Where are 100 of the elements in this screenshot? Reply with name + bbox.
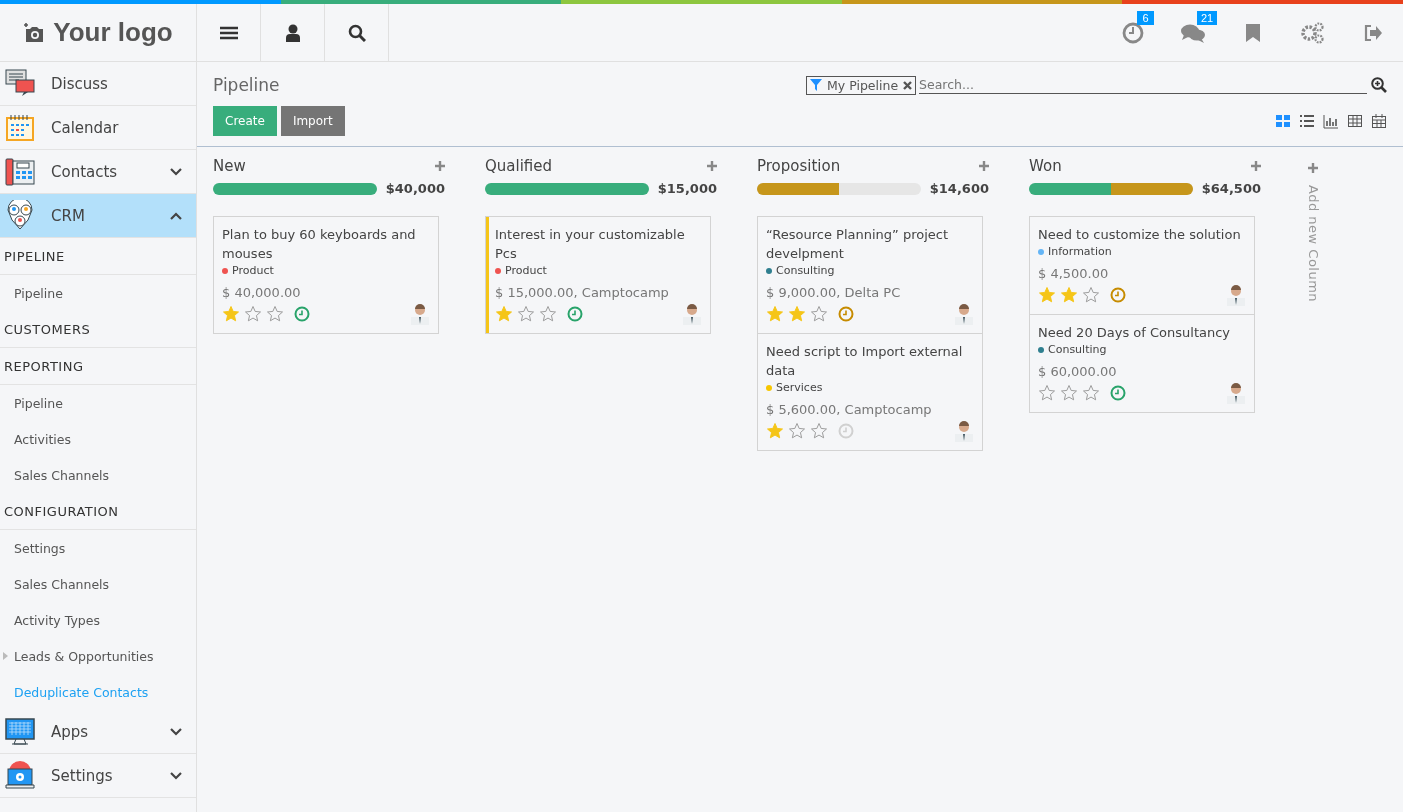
card-amount: $ 40,000.00	[222, 285, 302, 300]
notification-badge: 21	[1197, 11, 1218, 25]
sidebar-app-item[interactable]: Apps	[0, 710, 196, 754]
tag-label: Services	[776, 381, 823, 394]
menu-link[interactable]: Activity Types	[0, 602, 196, 638]
tag-label: Product	[505, 264, 547, 277]
calendar-view-icon[interactable]	[1371, 113, 1387, 129]
column-title: New	[213, 157, 246, 175]
caret-icon[interactable]	[3, 652, 8, 660]
column-title: Proposition	[757, 157, 841, 175]
clock-icon[interactable]	[838, 423, 854, 439]
avatar-icon	[1226, 382, 1246, 404]
chevron-down-icon	[170, 771, 182, 780]
zoom-in-icon[interactable]	[1371, 77, 1387, 93]
empty-star-icon[interactable]	[1082, 286, 1100, 304]
chevron-down-icon	[170, 727, 182, 736]
empty-star-icon[interactable]	[1060, 384, 1078, 402]
column-total: $15,000	[657, 181, 717, 196]
camera-icon	[23, 22, 46, 43]
menu-link[interactable]: Sales Channels	[0, 566, 196, 602]
opportunity-card[interactable]: Need to customize the solution Information $ 4,500.00	[1030, 217, 1254, 315]
filled-star-icon[interactable]	[1038, 286, 1056, 304]
filled-star-icon[interactable]	[766, 305, 784, 323]
opportunity-card[interactable]: Need script to Import external data Services $ 5,600.00, Camptocamp	[758, 334, 982, 450]
add-icon[interactable]	[979, 158, 989, 174]
card-amount: $ 9,000.00, Delta PC	[766, 285, 902, 300]
add-icon[interactable]	[1308, 163, 1318, 173]
menu-link[interactable]: Pipeline	[0, 385, 196, 421]
menu-section-heading: PIPELINE	[0, 238, 196, 275]
empty-star-icon[interactable]	[1082, 384, 1100, 402]
logo-text: Your logo	[53, 17, 173, 48]
empty-star-icon[interactable]	[244, 305, 262, 323]
menu-link[interactable]: Leads & Opportunities	[0, 638, 196, 674]
filled-star-icon[interactable]	[766, 422, 784, 440]
menu-link[interactable]: Activities	[0, 421, 196, 457]
empty-star-icon[interactable]	[517, 305, 535, 323]
filled-star-icon[interactable]	[1060, 286, 1078, 304]
card-title: Interest in your customizable Pcs	[495, 226, 686, 263]
opportunity-card[interactable]: Need 20 Days of Consultancy Consulting $ 60,000.00	[1030, 315, 1254, 412]
add-icon[interactable]	[1251, 158, 1261, 174]
page-title: Pipeline	[213, 75, 281, 95]
avatar-icon	[682, 303, 702, 325]
facet-label: My Pipeline	[827, 77, 899, 93]
notification-badge: 6	[1137, 11, 1154, 25]
search-field[interactable]: Search...	[919, 76, 1367, 93]
menu-link[interactable]: Pipeline	[0, 275, 196, 311]
filled-star-icon[interactable]	[495, 305, 513, 323]
remove-icon[interactable]	[903, 80, 913, 90]
sidebar-app-item[interactable]: Calendar	[0, 106, 196, 150]
menu-section-heading: CUSTOMERS	[0, 311, 196, 348]
chevron-down-icon	[170, 167, 182, 176]
empty-star-icon[interactable]	[788, 422, 806, 440]
filter-facet[interactable]: My Pipeline	[806, 75, 917, 95]
opportunity-card[interactable]: Interest in your customizable Pcs Product $ 15,000.00, Camptocamp	[486, 217, 710, 333]
list-view-icon[interactable]	[1299, 113, 1315, 129]
kanban-view-icon[interactable]	[1275, 113, 1291, 129]
app-icon	[4, 199, 36, 232]
column-total: $40,000	[385, 181, 445, 196]
clock-icon[interactable]	[567, 306, 583, 322]
menu-section-heading: REPORTING	[0, 348, 196, 385]
filled-star-icon[interactable]	[788, 305, 806, 323]
import-button[interactable]: Import	[280, 106, 345, 136]
app-icon	[4, 715, 36, 748]
clock-icon[interactable]	[1110, 385, 1126, 401]
avatar-icon	[410, 303, 430, 325]
clock-icon[interactable]	[1122, 21, 1144, 44]
empty-star-icon[interactable]	[810, 422, 828, 440]
sidebar-app-item[interactable]: Discuss	[0, 62, 196, 106]
menu-link[interactable]: Sales Channels	[0, 457, 196, 493]
pivot-view-icon[interactable]	[1347, 113, 1363, 129]
card-amount: $ 4,500.00	[1038, 266, 1110, 281]
empty-star-icon[interactable]	[1038, 384, 1056, 402]
tag-label: Consulting	[1048, 343, 1107, 356]
card-amount: $ 60,000.00	[1038, 364, 1118, 379]
column-total: $14,600	[929, 181, 989, 196]
card-title: Need 20 Days of Consultancy	[1038, 324, 1232, 342]
menu-section-heading: CONFIGURATION	[0, 493, 196, 530]
column-title: Qualified	[485, 157, 553, 175]
add-icon[interactable]	[435, 158, 445, 174]
filled-star-icon[interactable]	[222, 305, 240, 323]
clock-icon[interactable]	[838, 306, 854, 322]
menu-link[interactable]: Settings	[0, 530, 196, 566]
chevron-up-icon	[170, 211, 182, 220]
add-icon[interactable]	[707, 158, 717, 174]
graph-view-icon[interactable]	[1323, 113, 1339, 129]
card-title: “Resource Planning” project develpment	[766, 226, 950, 263]
empty-star-icon[interactable]	[810, 305, 828, 323]
app-icon	[4, 759, 36, 792]
card-amount: $ 5,600.00, Camptocamp	[766, 402, 933, 417]
column-title: Won	[1029, 157, 1062, 175]
opportunity-card[interactable]: Plan to buy 60 keyboards and mouses Product $ 40,000.00	[214, 217, 438, 333]
column-total: $64,500	[1201, 181, 1261, 196]
empty-star-icon[interactable]	[539, 305, 557, 323]
empty-star-icon[interactable]	[266, 305, 284, 323]
clock-icon[interactable]	[294, 306, 310, 322]
clock-icon[interactable]	[1110, 287, 1126, 303]
sidebar-app-item[interactable]: CRM	[0, 194, 196, 238]
card-title: Plan to buy 60 keyboards and mouses	[222, 226, 417, 263]
sidebar-app-item[interactable]: Settings	[0, 754, 196, 798]
opportunity-card[interactable]: “Resource Planning” project develpment Consulting $ 9,000.00, Delta PC	[758, 217, 982, 334]
